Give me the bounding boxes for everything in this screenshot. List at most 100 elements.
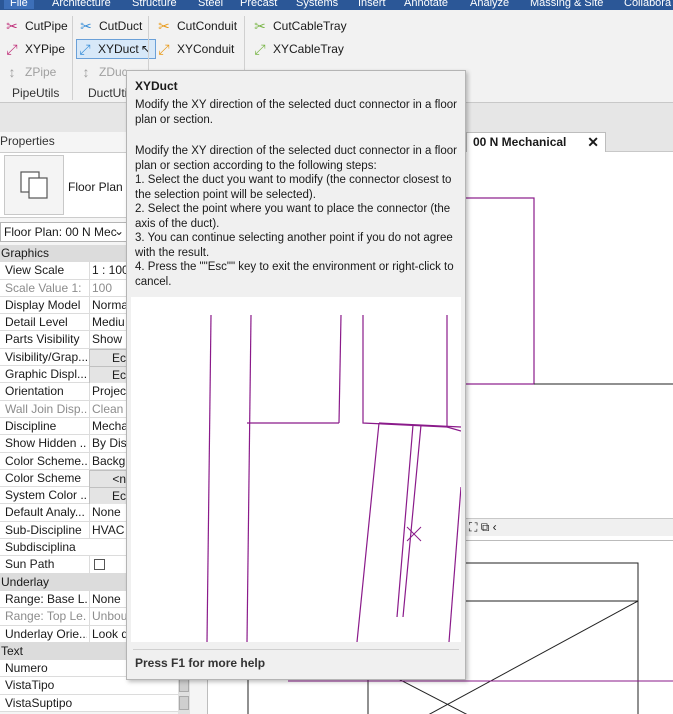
cut-cabletray-button[interactable]: ✂ CutCableTray	[252, 16, 346, 36]
property-name: Discipline	[5, 418, 57, 433]
revit-window: File Architecture Structure Steel Precast Sys…	[0, 0, 673, 714]
menu-tab-precast[interactable]: Precast	[240, 0, 277, 9]
property-row[interactable]: VistaTipo	[0, 677, 190, 695]
xy-pipe-button[interactable]: ⤢ XYPipe	[4, 39, 65, 59]
menu-tab-insert[interactable]: Insert	[358, 0, 386, 9]
mouse-cursor-icon: ↖	[140, 42, 151, 56]
hide-icon[interactable]: ⧉	[481, 520, 490, 534]
cut-duct-label: CutDuct	[99, 19, 143, 33]
tooltip-help-hint: Press F1 for more help	[135, 656, 266, 670]
xy-duct-icon: ⤢	[79, 41, 91, 57]
property-value[interactable]: By Disc	[89, 435, 129, 453]
property-value[interactable]: Backgr	[89, 452, 129, 470]
cut-duct-button[interactable]: ✂ CutDuct	[78, 16, 142, 36]
property-name: Default Analy...	[5, 505, 85, 520]
tooltip-divider	[133, 649, 459, 650]
property-name: Scale Value 1:	[5, 280, 82, 295]
menu-tab-collabora[interactable]: Collabora	[624, 0, 671, 9]
properties-title: Properties	[0, 134, 55, 148]
property-name: Parts Visibility	[5, 332, 80, 347]
property-value[interactable]	[89, 556, 129, 576]
tooltip-title: XYDuct	[135, 79, 178, 93]
property-name: VistaSuptipo	[5, 695, 73, 710]
duct-illustration	[206, 314, 462, 643]
xy-pipe-icon: ⤢	[6, 41, 18, 57]
xy-pipe-label: XYPipe	[25, 42, 66, 56]
property-name: Wall Join Disp...	[5, 401, 87, 416]
view-control-bar: ⛶ ⧉ ‹	[465, 518, 673, 536]
scrollbar-thumb[interactable]	[179, 678, 189, 692]
xy-duct-label: XYDuct	[98, 42, 139, 56]
chevron-left-icon[interactable]: ‹	[493, 520, 497, 534]
cut-conduit-icon: ✂	[158, 18, 170, 34]
property-name: Subdisciplina	[5, 540, 76, 555]
property-name: Orientation	[5, 384, 64, 399]
property-name: System Color ...	[5, 488, 87, 503]
property-value[interactable]: Mechan	[89, 417, 129, 435]
xy-cabletray-button[interactable]: ⤢ XYCableTray	[252, 39, 344, 59]
z-duct-label: ZDuc	[99, 65, 128, 79]
property-value[interactable]: Project	[89, 383, 129, 401]
property-value[interactable]: None	[89, 504, 129, 522]
property-name: Color Scheme	[5, 470, 82, 485]
edit-button[interactable]: Ec	[89, 366, 129, 386]
tooltip-summary: Modify the XY direction of the selected …	[135, 99, 457, 126]
z-duct-button[interactable]: ↕ ZDuc	[78, 62, 128, 82]
property-name: Graphic Displ...	[5, 367, 87, 382]
cut-pipe-label: CutPipe	[25, 19, 68, 33]
menu-tab-annotate[interactable]: Annotate	[404, 0, 448, 9]
sun-path-checkbox[interactable]	[94, 559, 105, 571]
xy-conduit-button[interactable]: ⤢ XYConduit	[156, 39, 234, 59]
menu-tab-structure[interactable]: Structure	[132, 0, 177, 9]
property-row[interactable]: VistaSuptipo	[0, 694, 190, 713]
menu-tab-systems[interactable]: Systems	[296, 0, 338, 9]
property-value[interactable]: HVAC	[89, 521, 129, 539]
edit-button[interactable]: <n	[89, 469, 129, 489]
menu-tab-massing-site[interactable]: Massing & Site	[530, 0, 603, 9]
property-value[interactable]: Clean a	[89, 400, 129, 418]
menu-tab-analyze[interactable]: Analyze	[470, 0, 509, 9]
cut-pipe-icon: ✂	[6, 18, 18, 34]
edit-button[interactable]: Ec	[89, 487, 129, 507]
edit-button[interactable]: Ec	[89, 348, 129, 368]
tooltip-step: 2. Select the point where you want to pl…	[135, 203, 451, 230]
floor-plan-icon	[4, 155, 64, 215]
tab-00-n-mechanical[interactable]: 00 N Mechanical ✕	[466, 132, 606, 152]
menu-tab-steel[interactable]: Steel	[198, 0, 223, 9]
property-value[interactable]: 1 : 100	[89, 262, 129, 280]
property-value[interactable]: 100	[89, 279, 129, 297]
property-name: Sun Path	[5, 557, 55, 572]
z-pipe-icon: ↕	[8, 64, 16, 80]
property-value[interactable]: Unbou	[89, 608, 129, 626]
z-pipe-button[interactable]: ↕ ZPipe	[4, 62, 57, 82]
property-value[interactable]: None	[89, 590, 129, 608]
property-name: VistaTipo	[5, 678, 55, 693]
property-value[interactable]: Show C	[89, 331, 129, 349]
property-name: Underlay Orie...	[5, 626, 87, 641]
view-instance-selector[interactable]: Floor Plan: 00 N Mec ⌄	[0, 222, 128, 242]
menu-tab-architecture[interactable]: Architecture	[52, 0, 111, 9]
property-name: Numero	[5, 661, 48, 676]
tab-label: 00 N Mechanical	[473, 135, 567, 149]
tooltip-step: 1. Select the duct you want to modify (t…	[135, 174, 452, 201]
property-value[interactable]: Look do	[89, 625, 129, 643]
xy-cabletray-icon: ⤢	[254, 41, 266, 57]
cut-conduit-button[interactable]: ✂ CutConduit	[156, 16, 237, 36]
property-value[interactable]: Norma	[89, 296, 129, 314]
property-name: Range: Base L...	[5, 591, 87, 606]
z-duct-icon: ↕	[82, 64, 90, 80]
z-pipe-label: ZPipe	[25, 65, 57, 79]
crop-icon[interactable]: ⛶	[469, 520, 477, 534]
cut-pipe-button[interactable]: ✂ CutPipe	[4, 16, 68, 36]
xy-duct-button[interactable]: ⤢ XYDuct ↖	[76, 39, 156, 59]
tooltip-description: Modify the XY direction of the selected …	[135, 144, 460, 289]
tooltip-paragraph: Modify the XY direction of the selected …	[135, 145, 457, 172]
scrollbar-thumb[interactable]	[179, 696, 189, 710]
property-value[interactable]: Mediu	[89, 314, 129, 332]
view-instance-label: Floor Plan: 00 N Mec	[4, 225, 117, 239]
tooltip-illustration	[131, 297, 462, 643]
menu-tab-file[interactable]: File	[4, 0, 34, 9]
property-name: Range: Top Le...	[5, 609, 87, 624]
close-icon[interactable]: ✕	[587, 133, 599, 152]
tooltip-step: 3. You can continue selecting another po…	[135, 232, 453, 259]
